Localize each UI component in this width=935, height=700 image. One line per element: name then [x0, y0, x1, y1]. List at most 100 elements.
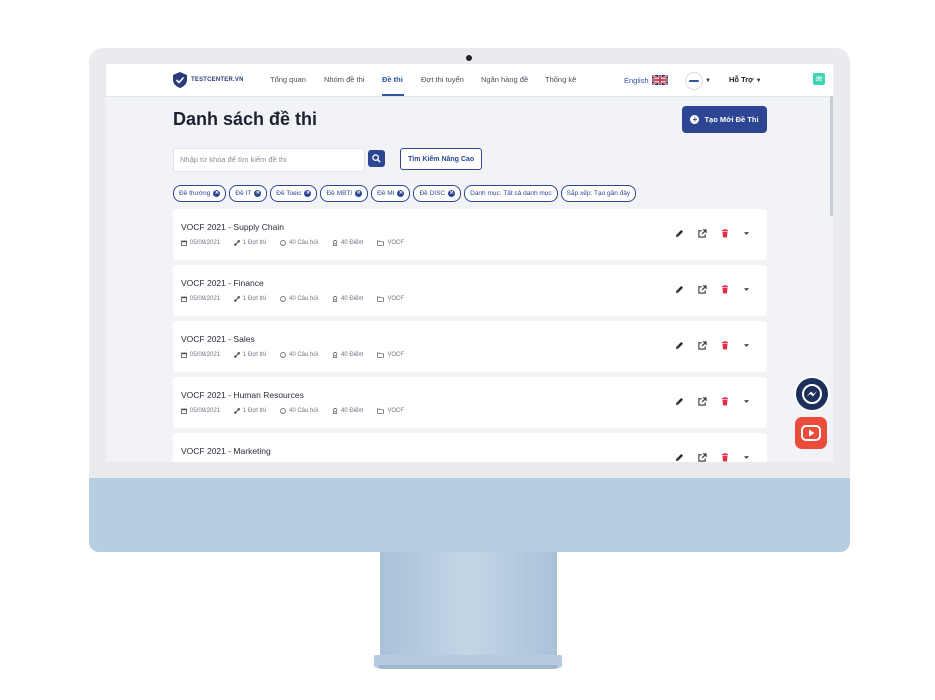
exam-date: 05/09/2021	[190, 352, 221, 358]
nav-item-recruitment-rounds[interactable]: Đợt thi tuyển	[421, 75, 464, 84]
scrollbar[interactable]	[830, 96, 833, 216]
advanced-search-button[interactable]: Tìm Kiếm Nâng Cao	[400, 148, 483, 170]
exam-meta: 05/09/2021 1 Đợt thi 40 Câu hỏi 40 Điểm VOCF	[181, 408, 418, 414]
open-external-icon[interactable]	[698, 229, 707, 238]
youtube-icon	[801, 425, 821, 441]
chevron-down-icon[interactable]	[743, 343, 750, 348]
nav-item-statistics[interactable]: Thống kê	[545, 75, 576, 84]
avatar	[685, 72, 703, 90]
chevron-down-icon[interactable]	[743, 399, 750, 404]
sort-filter-chip[interactable]: Sắp xếp: Tạo gần đây	[560, 185, 637, 202]
exam-rounds: 1 Đợt thi	[243, 408, 266, 414]
edit-icon[interactable]	[675, 397, 684, 406]
language-selector[interactable]: English	[624, 75, 668, 85]
exam-row[interactable]: VOCF 2021 - Marketing05/09/20211 Đợt thi…	[173, 433, 767, 462]
exam-row[interactable]: VOCF 2021 - Human Resources 05/09/2021 1 Đ…	[173, 377, 767, 428]
award-icon	[332, 352, 338, 358]
open-external-icon[interactable]	[698, 453, 707, 462]
create-exam-label: Tạo Mới Đề Thi	[704, 115, 759, 124]
exam-row[interactable]: VOCF 2021 - Supply Chain 05/09/2021 1 Đợt …	[173, 209, 767, 260]
category-filter-chip[interactable]: Danh mục: Tất cả danh mục	[464, 185, 558, 202]
meta-folder: VOCF	[377, 352, 404, 358]
remove-filter-icon[interactable]: ✕	[448, 190, 456, 197]
exam-date: 05/09/2021	[190, 296, 221, 302]
calendar-icon	[181, 408, 187, 414]
filter-chip[interactable]: Đề Toeic ✕	[270, 185, 318, 202]
edit-icon[interactable]	[675, 229, 684, 238]
exam-row[interactable]: VOCF 2021 - Sales 05/09/2021 1 Đợt thi 40 C…	[173, 321, 767, 372]
award-icon	[332, 408, 338, 414]
award-icon	[332, 296, 338, 302]
exam-meta: 05/09/2021 1 Đợt thi 40 Câu hỏi 40 Điểm VOCF	[181, 296, 418, 302]
exam-questions: 40 Câu hỏi	[288, 240, 319, 246]
open-external-icon[interactable]	[698, 285, 707, 294]
exam-title[interactable]: VOCF 2021 - Sales	[181, 334, 255, 344]
exam-points: 40 Điểm	[341, 296, 364, 302]
exam-questions: 40 Câu hỏi	[288, 296, 319, 302]
page-title: Danh sách đề thi	[173, 109, 318, 129]
filter-chip[interactable]: Đề MBTI ✕	[320, 185, 369, 202]
nav-item-overview[interactable]: Tổng quan	[270, 75, 306, 84]
link-icon	[234, 240, 241, 246]
nav-item-exams[interactable]: Đề thi	[382, 75, 403, 84]
chevron-down-icon[interactable]	[743, 287, 750, 292]
nav-item-question-bank[interactable]: Ngân hàng đề	[481, 75, 528, 84]
brand-logo[interactable]: TESTCENTER.VN	[173, 72, 244, 88]
remove-filter-icon[interactable]: ✕	[254, 190, 262, 197]
exam-title[interactable]: VOCF 2021 - Human Resources	[181, 390, 304, 400]
messenger-icon	[802, 384, 822, 404]
filter-chip[interactable]: Đề IT ✕	[229, 185, 268, 202]
delete-icon[interactable]	[721, 285, 729, 294]
edit-icon[interactable]	[675, 285, 684, 294]
remove-filter-icon[interactable]: ✕	[213, 190, 221, 197]
chevron-down-icon[interactable]	[743, 231, 750, 236]
messenger-button[interactable]	[794, 376, 830, 412]
remove-filter-icon[interactable]: ✕	[355, 190, 363, 197]
meta-date: 05/09/2021	[181, 240, 220, 246]
delete-icon[interactable]	[721, 341, 729, 350]
exam-points: 40 Điểm	[341, 352, 364, 358]
exam-rounds: 1 Đợt thi	[243, 352, 266, 358]
exam-folder: VOCF	[387, 240, 405, 246]
chevron-down-icon[interactable]	[743, 455, 750, 460]
exam-title[interactable]: VOCF 2021 - Marketing	[181, 446, 271, 456]
question-circle-icon	[280, 408, 286, 414]
exam-meta: 05/09/2021 1 Đợt thi 40 Câu hỏi 40 Điểm VOCF	[181, 352, 418, 358]
filter-chip-label: Đề IT	[235, 190, 252, 197]
nav-item-exam-groups[interactable]: Nhóm đề thi	[324, 75, 364, 84]
user-menu[interactable]: ▼	[685, 72, 711, 90]
meta-points: 40 Điểm	[332, 240, 363, 246]
edit-icon[interactable]	[675, 341, 684, 350]
support-menu[interactable]: Hỗ Trợ ▼	[729, 75, 762, 84]
delete-icon[interactable]	[721, 453, 729, 462]
remove-filter-icon[interactable]: ✕	[397, 190, 405, 197]
camera-dot	[466, 55, 472, 61]
filter-chip[interactable]: Đề thường ✕	[173, 185, 227, 202]
remove-filter-icon[interactable]: ✕	[304, 190, 312, 197]
exam-title[interactable]: VOCF 2021 - Supply Chain	[181, 222, 284, 232]
meta-questions: 40 Câu hỏi	[280, 296, 318, 302]
meta-rounds: 1 Đợt thi	[234, 240, 266, 246]
filter-chip[interactable]: Đề DISC ✕	[413, 185, 462, 202]
delete-icon[interactable]	[721, 229, 729, 238]
open-external-icon[interactable]	[698, 397, 707, 406]
search-button[interactable]	[368, 150, 385, 167]
exam-date: 05/09/2021	[190, 408, 221, 414]
uk-flag-icon	[651, 75, 668, 85]
youtube-button[interactable]	[795, 417, 827, 449]
create-exam-button[interactable]: + Tạo Mới Đề Thi	[682, 106, 767, 133]
monitor-stand	[380, 552, 557, 658]
edit-icon[interactable]	[675, 453, 684, 462]
search-icon	[372, 154, 381, 163]
meta-folder: VOCF	[377, 408, 404, 414]
filter-chip[interactable]: Đề MI ✕	[371, 185, 411, 202]
search-input[interactable]	[174, 149, 366, 170]
plus-circle-icon: +	[690, 115, 700, 124]
delete-icon[interactable]	[721, 397, 729, 406]
filter-chip-label: Đề MBTI	[326, 190, 353, 197]
exam-row[interactable]: VOCF 2021 - Finance 05/09/2021 1 Đợt thi 40…	[173, 265, 767, 316]
app-switcher-icon[interactable]: æ	[813, 73, 825, 85]
open-external-icon[interactable]	[698, 341, 707, 350]
question-circle-icon	[280, 352, 286, 358]
exam-title[interactable]: VOCF 2021 - Finance	[181, 278, 264, 288]
